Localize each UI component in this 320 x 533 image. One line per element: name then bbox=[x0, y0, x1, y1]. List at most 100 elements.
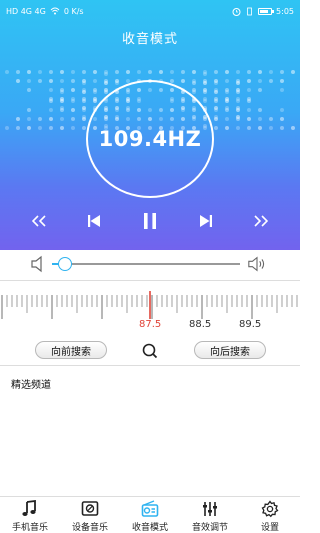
music-note-icon bbox=[22, 500, 36, 516]
spectrum-dot bbox=[137, 70, 141, 74]
tuner-label-active: 87.5 bbox=[139, 319, 162, 330]
spectrum-dot bbox=[82, 81, 86, 85]
spectrum-dot bbox=[214, 126, 218, 130]
nav-device-music[interactable]: 设备音乐 bbox=[60, 498, 120, 533]
spectrum-dot bbox=[214, 115, 218, 119]
spectrum-dot bbox=[214, 106, 218, 110]
spectrum-dot bbox=[49, 126, 53, 130]
search-backward-button[interactable]: 向前搜索 bbox=[35, 341, 107, 359]
spectrum-dot bbox=[203, 81, 207, 85]
spectrum-dot bbox=[16, 117, 20, 121]
spectrum-dot bbox=[38, 126, 42, 130]
spectrum-dot bbox=[60, 79, 64, 83]
spectrum-dot bbox=[49, 108, 53, 112]
spectrum-dot bbox=[258, 126, 262, 130]
spectrum-dot bbox=[247, 88, 251, 92]
previous-button[interactable] bbox=[82, 208, 106, 234]
spectrum-dot bbox=[192, 81, 196, 85]
spectrum-dot bbox=[258, 108, 262, 112]
spectrum-dot bbox=[247, 97, 251, 101]
spectrum-dot bbox=[27, 126, 31, 130]
search-icon[interactable] bbox=[141, 342, 159, 360]
spectrum-dot bbox=[104, 81, 108, 85]
network-speed: 0 K/s bbox=[63, 6, 84, 16]
pause-button[interactable] bbox=[138, 208, 162, 234]
tuner-dial[interactable]: 87.5 88.5 89.5 bbox=[0, 285, 300, 337]
spectrum-dot bbox=[203, 72, 207, 76]
radio-header: HD 4G 4G 0 K/s 5:05 收音模式 109.4HZ bbox=[0, 0, 300, 250]
spectrum-dot bbox=[192, 70, 196, 74]
spectrum-dot bbox=[82, 70, 86, 74]
spectrum-dot bbox=[236, 97, 240, 101]
spectrum-dot bbox=[280, 108, 284, 112]
spectrum-dot bbox=[16, 70, 20, 74]
spectrum-dot bbox=[49, 117, 53, 121]
volume-slider-handle[interactable] bbox=[58, 257, 73, 271]
spectrum-dot bbox=[38, 70, 42, 74]
spectrum-dot bbox=[60, 97, 64, 101]
spectrum-dot bbox=[27, 108, 31, 112]
spectrum-dot bbox=[258, 117, 262, 121]
spectrum-dot bbox=[104, 72, 108, 76]
spectrum-dot bbox=[5, 126, 9, 130]
radio-icon bbox=[141, 500, 159, 517]
spectrum-dot bbox=[16, 126, 20, 130]
spectrum-dot bbox=[49, 88, 53, 92]
spectrum-dot bbox=[60, 117, 64, 121]
vibrate-icon bbox=[247, 7, 252, 15]
spectrum-dot bbox=[181, 70, 185, 74]
nav-sound-effects[interactable]: 音效调节 bbox=[180, 498, 240, 533]
spectrum-dot bbox=[247, 126, 251, 130]
nav-radio-mode[interactable]: 收音模式 bbox=[120, 498, 180, 533]
spectrum-dot bbox=[71, 88, 75, 92]
nav-phone-music[interactable]: 手机音乐 bbox=[0, 498, 60, 533]
spectrum-dot bbox=[225, 79, 229, 83]
spectrum-dot bbox=[38, 79, 42, 83]
spectrum-dot bbox=[280, 79, 284, 83]
rewind-button[interactable] bbox=[27, 208, 51, 234]
spectrum-dot bbox=[225, 117, 229, 121]
fast-forward-button[interactable] bbox=[249, 208, 273, 234]
spectrum-dot bbox=[247, 70, 251, 74]
spectrum-dot bbox=[280, 70, 284, 74]
gear-icon bbox=[261, 500, 279, 518]
spectrum-dot bbox=[115, 81, 119, 85]
volume-high-icon[interactable] bbox=[247, 255, 267, 273]
network-status-text: HD 4G 4G bbox=[6, 6, 46, 16]
spectrum-dot bbox=[236, 106, 240, 110]
spectrum-dot bbox=[236, 126, 240, 130]
spectrum-dot bbox=[225, 90, 229, 94]
player-controls bbox=[0, 208, 300, 234]
pause-icon bbox=[144, 213, 156, 229]
spectrum-dot bbox=[159, 70, 163, 74]
spectrum-dot bbox=[82, 126, 86, 130]
spectrum-dot bbox=[93, 90, 97, 94]
skip-next-icon bbox=[200, 215, 212, 227]
spectrum-dot bbox=[181, 79, 185, 83]
nav-label: 设备音乐 bbox=[71, 523, 108, 533]
volume-control bbox=[0, 252, 300, 276]
spectrum-dot bbox=[93, 97, 97, 101]
spectrum-dot bbox=[225, 70, 229, 74]
spectrum-dot bbox=[49, 97, 53, 101]
search-forward-button[interactable]: 向后搜索 bbox=[194, 341, 266, 359]
spectrum-dot bbox=[236, 90, 240, 94]
spectrum-dot bbox=[49, 70, 53, 74]
next-button[interactable] bbox=[194, 208, 218, 234]
spectrum-dot bbox=[148, 70, 152, 74]
spectrum-dot bbox=[71, 79, 75, 83]
spectrum-dot bbox=[214, 70, 218, 74]
volume-low-icon[interactable] bbox=[30, 255, 50, 273]
spectrum-dot bbox=[71, 117, 75, 121]
spectrum-dot bbox=[93, 79, 97, 83]
status-time: 5:05 bbox=[276, 6, 294, 16]
volume-slider-track[interactable] bbox=[52, 263, 240, 265]
spectrum-dot bbox=[16, 79, 20, 83]
nav-label: 音效调节 bbox=[191, 523, 228, 533]
spectrum-dot bbox=[27, 88, 31, 92]
tuner-scale[interactable] bbox=[0, 285, 300, 319]
device-music-icon bbox=[81, 501, 99, 516]
alarm-icon bbox=[232, 7, 241, 16]
double-chevron-left-icon bbox=[32, 215, 46, 227]
nav-settings[interactable]: 设置 bbox=[240, 498, 300, 533]
